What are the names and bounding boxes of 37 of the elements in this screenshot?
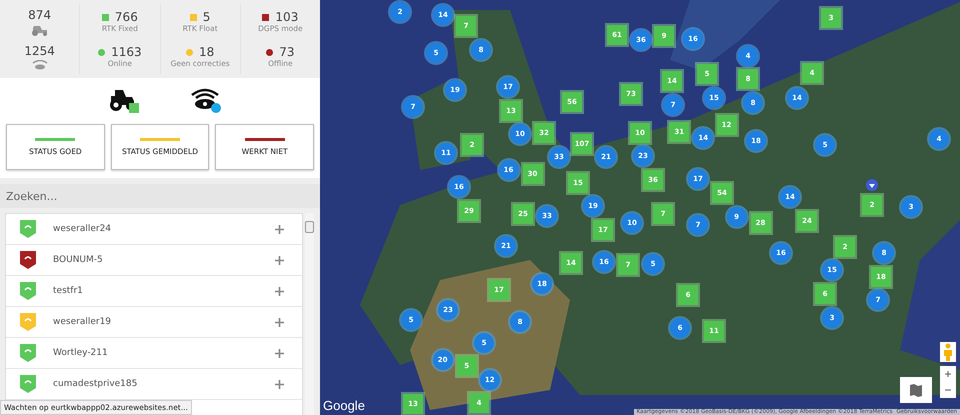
device-item[interactable]: weseraller19 (6, 307, 302, 338)
device-name: weseraller24 (53, 224, 112, 234)
total-count: 1254 (24, 44, 55, 58)
antenna-filter-icon[interactable] (189, 86, 223, 114)
count: 5 (202, 10, 210, 24)
total-count: 874 (28, 8, 52, 22)
antenna-icon (32, 60, 48, 70)
plus-icon[interactable] (275, 348, 284, 358)
map-icon (909, 383, 923, 397)
plus-icon[interactable] (275, 318, 284, 326)
count: 103 (275, 10, 298, 24)
location-pin-icon[interactable] (865, 179, 879, 193)
satellite-map[interactable] (320, 0, 960, 415)
device-item[interactable]: Wortley-211 (6, 338, 302, 369)
count: 1163 (111, 45, 142, 59)
plus-icon[interactable] (275, 256, 284, 264)
device-name: cumadestprive185 (53, 379, 138, 389)
pegman-icon (943, 343, 953, 361)
google-logo: Google (323, 398, 365, 413)
street-view-button[interactable] (940, 342, 956, 362)
device-name: weseraller19 (53, 317, 112, 327)
scrollbar[interactable] (305, 213, 314, 415)
plus-icon[interactable] (275, 286, 284, 296)
device-name: testfr1 (53, 286, 84, 296)
device-name: Wortley-211 (53, 348, 109, 358)
plus-icon[interactable] (275, 380, 284, 388)
tractor-icon (30, 24, 50, 36)
device-item[interactable]: testfr1 (6, 276, 302, 307)
count: 73 (279, 45, 295, 59)
count: 18 (198, 45, 214, 59)
plus-icon[interactable] (275, 224, 284, 234)
device-item[interactable]: BOUNUM-5 (6, 245, 302, 276)
map-type-button[interactable] (900, 377, 932, 403)
search-field[interactable]: Zoeken... (0, 184, 320, 208)
count: 766 (114, 10, 138, 24)
device-name: BOUNUM-5 (53, 255, 104, 265)
device-item[interactable]: weseraller24 (6, 214, 302, 245)
